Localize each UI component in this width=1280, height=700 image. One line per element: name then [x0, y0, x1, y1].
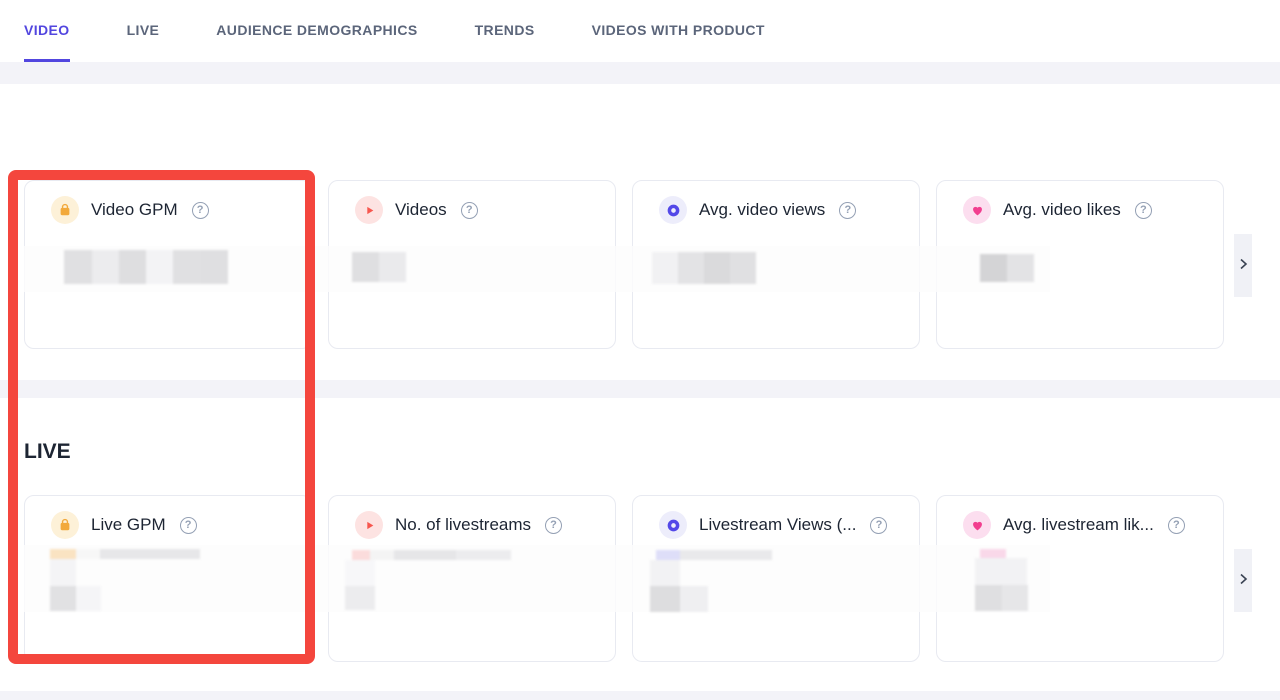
tab-video[interactable]: VIDEO: [24, 0, 70, 62]
metric-title: No. of livestreams: [395, 515, 531, 535]
eye-icon: [659, 196, 687, 224]
metric-card-livestream-views: Livestream Views (... ?: [632, 495, 920, 662]
eye-icon: [659, 511, 687, 539]
heart-icon: [963, 511, 991, 539]
metric-title: Video GPM: [91, 200, 178, 220]
shopping-bag-icon: [51, 511, 79, 539]
help-icon[interactable]: ?: [1135, 202, 1152, 219]
tab-videos-with-product[interactable]: VIDEOS WITH PRODUCT: [592, 0, 765, 62]
play-icon: [355, 511, 383, 539]
metric-card-avg-livestream-likes: Avg. livestream lik... ?: [936, 495, 1224, 662]
metric-card-avg-video-likes: Avg. video likes ?: [936, 180, 1224, 349]
shopping-bag-icon: [51, 196, 79, 224]
help-icon[interactable]: ?: [192, 202, 209, 219]
chevron-right-icon: [1238, 572, 1249, 589]
metric-title: Avg. livestream lik...: [1003, 515, 1154, 535]
metric-card-video-gpm: Video GPM ?: [24, 180, 312, 349]
metric-card-no-of-livestreams: No. of livestreams ?: [328, 495, 616, 662]
metric-card-live-gpm: Live GPM ?: [24, 495, 312, 662]
tab-trends[interactable]: TRENDS: [475, 0, 535, 62]
tab-audience-demographics[interactable]: AUDIENCE DEMOGRAPHICS: [216, 0, 417, 62]
metric-card-videos: Videos ?: [328, 180, 616, 349]
metric-title: Avg. video views: [699, 200, 825, 220]
live-cards-row: Live GPM ? No. of livestreams ? Livestre…: [24, 495, 1224, 662]
tab-live[interactable]: LIVE: [127, 0, 160, 62]
metric-title: Avg. video likes: [1003, 200, 1121, 220]
video-row-next-button[interactable]: [1234, 234, 1252, 297]
help-icon[interactable]: ?: [839, 202, 856, 219]
live-section-title: LIVE: [24, 440, 71, 464]
help-icon[interactable]: ?: [461, 202, 478, 219]
metric-title: Videos: [395, 200, 447, 220]
help-icon[interactable]: ?: [545, 517, 562, 534]
tab-bar: VIDEO LIVE AUDIENCE DEMOGRAPHICS TRENDS …: [0, 0, 1280, 62]
chevron-right-icon: [1238, 257, 1249, 274]
heart-icon: [963, 196, 991, 224]
video-cards-row: Video GPM ? Videos ? Avg. video views ? …: [24, 180, 1224, 349]
live-row-next-button[interactable]: [1234, 549, 1252, 612]
metric-title: Live GPM: [91, 515, 166, 535]
metric-title: Livestream Views (...: [699, 515, 856, 535]
metric-card-avg-video-views: Avg. video views ?: [632, 180, 920, 349]
help-icon[interactable]: ?: [1168, 517, 1185, 534]
play-icon: [355, 196, 383, 224]
help-icon[interactable]: ?: [870, 517, 887, 534]
help-icon[interactable]: ?: [180, 517, 197, 534]
